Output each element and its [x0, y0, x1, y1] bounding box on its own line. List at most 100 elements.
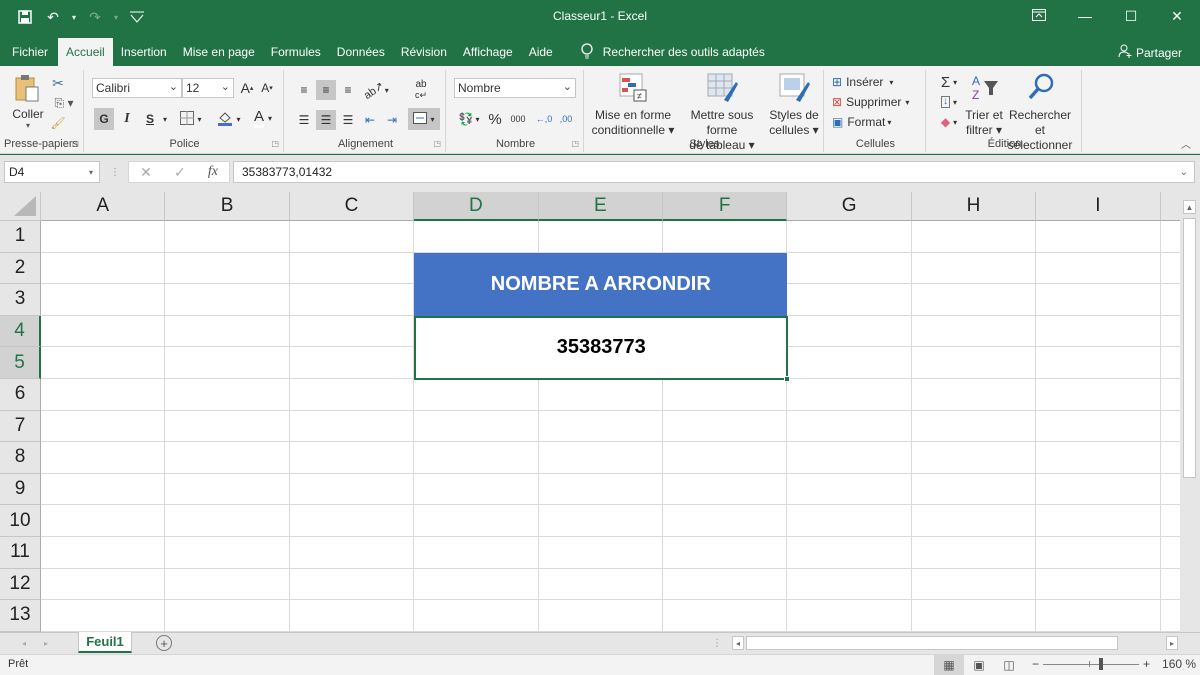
cell-B11[interactable]: [165, 537, 290, 569]
increase-decimal-button[interactable]: ←,0: [534, 108, 554, 130]
cell-A9[interactable]: [41, 473, 166, 506]
cell-F9[interactable]: [663, 473, 788, 506]
percent-button[interactable]: %: [486, 108, 504, 130]
cell-F10[interactable]: [663, 505, 788, 537]
find-select-button[interactable]: [1016, 70, 1066, 106]
cell-E10[interactable]: [538, 505, 663, 537]
cell-D1[interactable]: [414, 221, 539, 253]
close-button[interactable]: ✕: [1154, 0, 1200, 32]
cell-I7[interactable]: [1036, 410, 1161, 443]
column-header-g[interactable]: G: [787, 192, 912, 221]
column-header-e[interactable]: E: [538, 192, 663, 221]
share-button[interactable]: Partager: [1118, 44, 1182, 61]
row-header-5[interactable]: 5: [0, 347, 41, 379]
cell-B13[interactable]: [165, 600, 290, 632]
tab-fichier[interactable]: Fichier: [0, 38, 56, 66]
row-header-8[interactable]: 8: [0, 442, 41, 474]
merged-header-cell[interactable]: NOMBRE A ARRONDIR: [414, 252, 788, 316]
cell-G8[interactable]: [787, 442, 912, 474]
cell-E1[interactable]: [538, 221, 663, 253]
fill-button[interactable]: ↓ ▾: [934, 92, 964, 112]
cell-G7[interactable]: [787, 410, 912, 443]
column-header-i[interactable]: I: [1036, 192, 1161, 221]
cell-H13[interactable]: [911, 600, 1037, 632]
cell-E11[interactable]: [538, 537, 663, 569]
tab-revision[interactable]: Révision: [393, 38, 455, 66]
cell-A3[interactable]: [41, 284, 166, 316]
tab-aide[interactable]: Aide: [521, 38, 561, 66]
zoom-level[interactable]: 160 %: [1162, 657, 1196, 671]
column-header-a[interactable]: A: [41, 192, 166, 221]
cell-I9[interactable]: [1036, 473, 1161, 506]
cell-G6[interactable]: [787, 379, 912, 411]
cell-C11[interactable]: [289, 537, 415, 569]
page-break-view-button[interactable]: ◫: [994, 655, 1024, 675]
merge-center-button[interactable]: ▾: [408, 108, 440, 130]
cell-I6[interactable]: [1036, 379, 1161, 411]
cell-I4[interactable]: [1036, 315, 1161, 348]
cell-A12[interactable]: [41, 568, 166, 601]
increase-indent-button[interactable]: ⇥: [382, 110, 402, 130]
cell-A1[interactable]: [41, 221, 166, 253]
wrap-text-button[interactable]: ab c↵: [410, 78, 432, 102]
cell-G3[interactable]: [787, 284, 912, 316]
cell-H12[interactable]: [911, 568, 1037, 601]
cell-G5[interactable]: [787, 347, 912, 379]
cell-A5[interactable]: [41, 347, 166, 379]
tab-insertion[interactable]: Insertion: [113, 38, 175, 66]
cell-C2[interactable]: [289, 252, 415, 285]
tab-mise-en-page[interactable]: Mise en page: [175, 38, 263, 66]
cell-B12[interactable]: [165, 568, 290, 601]
cell-B1[interactable]: [165, 221, 290, 253]
row-header-1[interactable]: 1: [0, 221, 41, 253]
cell-C3[interactable]: [289, 284, 415, 316]
cancel-icon[interactable]: ✕: [140, 164, 152, 181]
cell-D11[interactable]: [414, 537, 539, 569]
cell-C8[interactable]: [289, 442, 415, 474]
underline-button[interactable]: S: [140, 108, 160, 130]
tab-split-grip[interactable]: ⋮: [712, 636, 722, 650]
cell-E6[interactable]: [538, 379, 663, 411]
shrink-font-button[interactable]: A ▾: [258, 78, 276, 98]
italic-button[interactable]: I: [117, 108, 137, 130]
dialog-launcher-icon[interactable]: ◳: [71, 139, 79, 148]
scroll-tabs-right-icon[interactable]: ▸: [40, 636, 52, 650]
cell-C10[interactable]: [289, 505, 415, 537]
cell-G12[interactable]: [787, 568, 912, 601]
cell-D6[interactable]: [414, 379, 539, 411]
scroll-left-icon[interactable]: ◂: [732, 636, 744, 650]
maximize-button[interactable]: ☐: [1108, 0, 1154, 32]
cell-A6[interactable]: [41, 379, 166, 411]
cell-I13[interactable]: [1036, 600, 1161, 632]
tab-donnees[interactable]: Données: [329, 38, 393, 66]
cell-F1[interactable]: [663, 221, 788, 253]
scroll-up-icon[interactable]: ▲: [1183, 200, 1196, 214]
ribbon-display-options-button[interactable]: [1016, 0, 1062, 32]
add-sheet-button[interactable]: +: [156, 635, 172, 651]
dialog-launcher-icon[interactable]: ◳: [571, 139, 579, 148]
cell-C9[interactable]: [289, 473, 415, 506]
row-header-9[interactable]: 9: [0, 473, 41, 506]
cell-G10[interactable]: [787, 505, 912, 537]
decrease-indent-button[interactable]: ⇤: [360, 110, 380, 130]
font-color-button[interactable]: A ▾: [248, 106, 278, 130]
vertical-scrollbar[interactable]: ▲: [1180, 192, 1200, 632]
row-header-10[interactable]: 10: [0, 505, 41, 537]
cell-F8[interactable]: [663, 442, 788, 474]
cell-A8[interactable]: [41, 442, 166, 474]
sheet-tab-feuil1[interactable]: Feuil1: [78, 632, 132, 653]
clear-button[interactable]: ◆ ▾: [934, 112, 964, 132]
cell-A10[interactable]: [41, 505, 166, 537]
cell-B9[interactable]: [165, 473, 290, 506]
merged-value-cell[interactable]: 35383773: [414, 315, 789, 380]
cell-I10[interactable]: [1036, 505, 1161, 537]
row-header-13[interactable]: 13: [0, 600, 41, 632]
cell-C4[interactable]: [289, 315, 415, 348]
horizontal-scroll-thumb[interactable]: [746, 636, 1118, 650]
cell-G2[interactable]: [787, 252, 912, 285]
cell-I5[interactable]: [1036, 347, 1161, 379]
tab-accueil[interactable]: Accueil: [58, 38, 113, 66]
sort-filter-button[interactable]: AZ: [964, 72, 1006, 106]
cell-C5[interactable]: [289, 347, 415, 379]
row-header-12[interactable]: 12: [0, 568, 41, 601]
